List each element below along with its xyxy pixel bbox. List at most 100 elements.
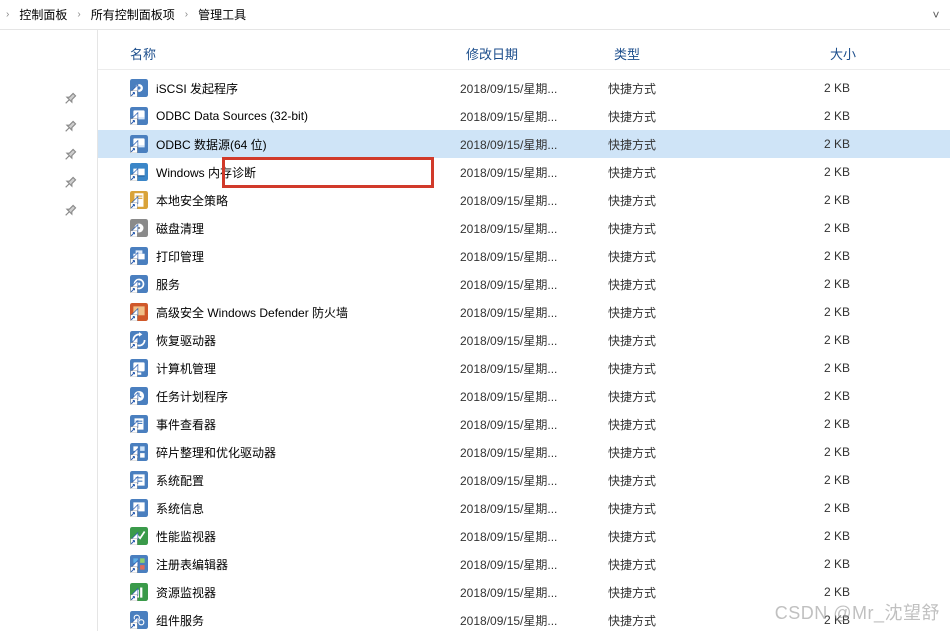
- item-name: 磁盘清理: [156, 220, 460, 237]
- services-icon: [130, 275, 148, 293]
- pin-icon[interactable]: [57, 86, 82, 111]
- address-bar[interactable]: › 控制面板 › 所有控制面板项 › 管理工具 ˅: [0, 0, 950, 30]
- item-type: 快捷方式: [608, 500, 774, 517]
- list-item[interactable]: 任务计划程序2018/09/15/星期...快捷方式2 KB: [98, 382, 950, 410]
- list-item[interactable]: Windows 内存诊断2018/09/15/星期...快捷方式2 KB: [98, 158, 950, 186]
- recovery-icon: [130, 331, 148, 349]
- list-item[interactable]: 恢复驱动器2018/09/15/星期...快捷方式2 KB: [98, 326, 950, 354]
- item-type: 快捷方式: [608, 192, 774, 209]
- column-header-name[interactable]: 名称: [130, 44, 466, 63]
- item-name: 资源监视器: [156, 584, 460, 601]
- item-type: 快捷方式: [608, 80, 774, 97]
- item-type: 快捷方式: [608, 388, 774, 405]
- iscsi-icon: [130, 79, 148, 97]
- item-date: 2018/09/15/星期...: [460, 276, 608, 293]
- print-icon: [130, 247, 148, 265]
- item-size: 2 KB: [774, 417, 860, 431]
- syscfg-icon: [130, 471, 148, 489]
- mem-icon: [130, 163, 148, 181]
- item-name: 事件查看器: [156, 416, 460, 433]
- item-name: iSCSI 发起程序: [156, 80, 460, 97]
- odbc-icon: [130, 135, 148, 153]
- item-type: 快捷方式: [608, 248, 774, 265]
- item-date: 2018/09/15/星期...: [460, 528, 608, 545]
- list-item[interactable]: 本地安全策略2018/09/15/星期...快捷方式2 KB: [98, 186, 950, 214]
- item-type: 快捷方式: [608, 220, 774, 237]
- item-type: 快捷方式: [608, 556, 774, 573]
- breadcrumb[interactable]: › 控制面板 › 所有控制面板项 › 管理工具: [4, 4, 926, 25]
- list-item[interactable]: 事件查看器2018/09/15/星期...快捷方式2 KB: [98, 410, 950, 438]
- list-item[interactable]: 磁盘清理2018/09/15/星期...快捷方式2 KB: [98, 214, 950, 242]
- item-date: 2018/09/15/星期...: [460, 444, 608, 461]
- item-name: 任务计划程序: [156, 388, 460, 405]
- column-headers[interactable]: 名称 修改日期 类型 大小: [98, 38, 950, 70]
- list-item[interactable]: 服务2018/09/15/星期...快捷方式2 KB: [98, 270, 950, 298]
- resmon-icon: [130, 583, 148, 601]
- pin-icon[interactable]: [57, 142, 82, 167]
- list-item[interactable]: ODBC 数据源(64 位)2018/09/15/星期...快捷方式2 KB: [98, 130, 950, 158]
- item-size: 2 KB: [774, 445, 860, 459]
- crumb-control-panel[interactable]: 控制面板: [13, 4, 73, 25]
- column-header-date[interactable]: 修改日期: [466, 44, 614, 63]
- file-list-pane: 名称 修改日期 类型 大小 iSCSI 发起程序2018/09/15/星期...…: [98, 30, 950, 631]
- crumb-all-items[interactable]: 所有控制面板项: [85, 4, 181, 25]
- item-date: 2018/09/15/星期...: [460, 388, 608, 405]
- crumb-admin-tools[interactable]: 管理工具: [192, 4, 252, 25]
- sysinfo-icon: i: [130, 499, 148, 517]
- item-type: 快捷方式: [608, 164, 774, 181]
- perfmon-icon: [130, 527, 148, 545]
- item-date: 2018/09/15/星期...: [460, 108, 608, 125]
- list-item[interactable]: 注册表编辑器2018/09/15/星期...快捷方式2 KB: [98, 550, 950, 578]
- list-item[interactable]: ODBC Data Sources (32-bit)2018/09/15/星期.…: [98, 102, 950, 130]
- defender-icon: [130, 303, 148, 321]
- events-icon: [130, 415, 148, 433]
- item-type: 快捷方式: [608, 416, 774, 433]
- pin-icon[interactable]: [57, 198, 82, 223]
- column-header-type[interactable]: 类型: [614, 44, 780, 63]
- item-size: 2 KB: [774, 529, 860, 543]
- item-name: 高级安全 Windows Defender 防火墙: [156, 304, 460, 321]
- quick-access-gutter: [0, 30, 98, 631]
- pin-icon[interactable]: [57, 170, 82, 195]
- list-item[interactable]: 系统配置2018/09/15/星期...快捷方式2 KB: [98, 466, 950, 494]
- column-header-size[interactable]: 大小: [780, 44, 866, 63]
- item-type: 快捷方式: [608, 108, 774, 125]
- chevron-right-icon: ›: [4, 9, 11, 20]
- odbc-icon: [130, 107, 148, 125]
- item-date: 2018/09/15/星期...: [460, 612, 608, 629]
- item-type: 快捷方式: [608, 472, 774, 489]
- item-name: 组件服务: [156, 612, 460, 629]
- regedit-icon: [130, 555, 148, 573]
- list-item[interactable]: iSCSI 发起程序2018/09/15/星期...快捷方式2 KB: [98, 74, 950, 102]
- item-size: 2 KB: [774, 305, 860, 319]
- item-size: 2 KB: [774, 277, 860, 291]
- item-type: 快捷方式: [608, 332, 774, 349]
- item-date: 2018/09/15/星期...: [460, 416, 608, 433]
- pin-icon[interactable]: [57, 114, 82, 139]
- item-type: 快捷方式: [608, 612, 774, 629]
- item-type: 快捷方式: [608, 584, 774, 601]
- item-size: 2 KB: [774, 473, 860, 487]
- item-date: 2018/09/15/星期...: [460, 584, 608, 601]
- chevron-down-icon: ˅: [932, 8, 939, 22]
- chevron-right-icon: ›: [75, 9, 82, 20]
- list-item[interactable]: 组件服务2018/09/15/星期...快捷方式2 KB: [98, 606, 950, 634]
- item-name: ODBC 数据源(64 位): [156, 136, 460, 153]
- item-size: 2 KB: [774, 333, 860, 347]
- item-size: 2 KB: [774, 249, 860, 263]
- list-item[interactable]: 计算机管理2018/09/15/星期...快捷方式2 KB: [98, 354, 950, 382]
- list-item[interactable]: 高级安全 Windows Defender 防火墙2018/09/15/星期..…: [98, 298, 950, 326]
- list-item[interactable]: 打印管理2018/09/15/星期...快捷方式2 KB: [98, 242, 950, 270]
- item-size: 2 KB: [774, 501, 860, 515]
- list-item[interactable]: 碎片整理和优化驱动器2018/09/15/星期...快捷方式2 KB: [98, 438, 950, 466]
- item-date: 2018/09/15/星期...: [460, 500, 608, 517]
- history-dropdown-button[interactable]: ˅: [926, 8, 946, 22]
- item-date: 2018/09/15/星期...: [460, 248, 608, 265]
- chevron-right-icon: ›: [183, 9, 190, 20]
- item-date: 2018/09/15/星期...: [460, 304, 608, 321]
- list-item[interactable]: 性能监视器2018/09/15/星期...快捷方式2 KB: [98, 522, 950, 550]
- item-size: 2 KB: [774, 389, 860, 403]
- list-item[interactable]: i系统信息2018/09/15/星期...快捷方式2 KB: [98, 494, 950, 522]
- defrag-icon: [130, 443, 148, 461]
- list-item[interactable]: 资源监视器2018/09/15/星期...快捷方式2 KB: [98, 578, 950, 606]
